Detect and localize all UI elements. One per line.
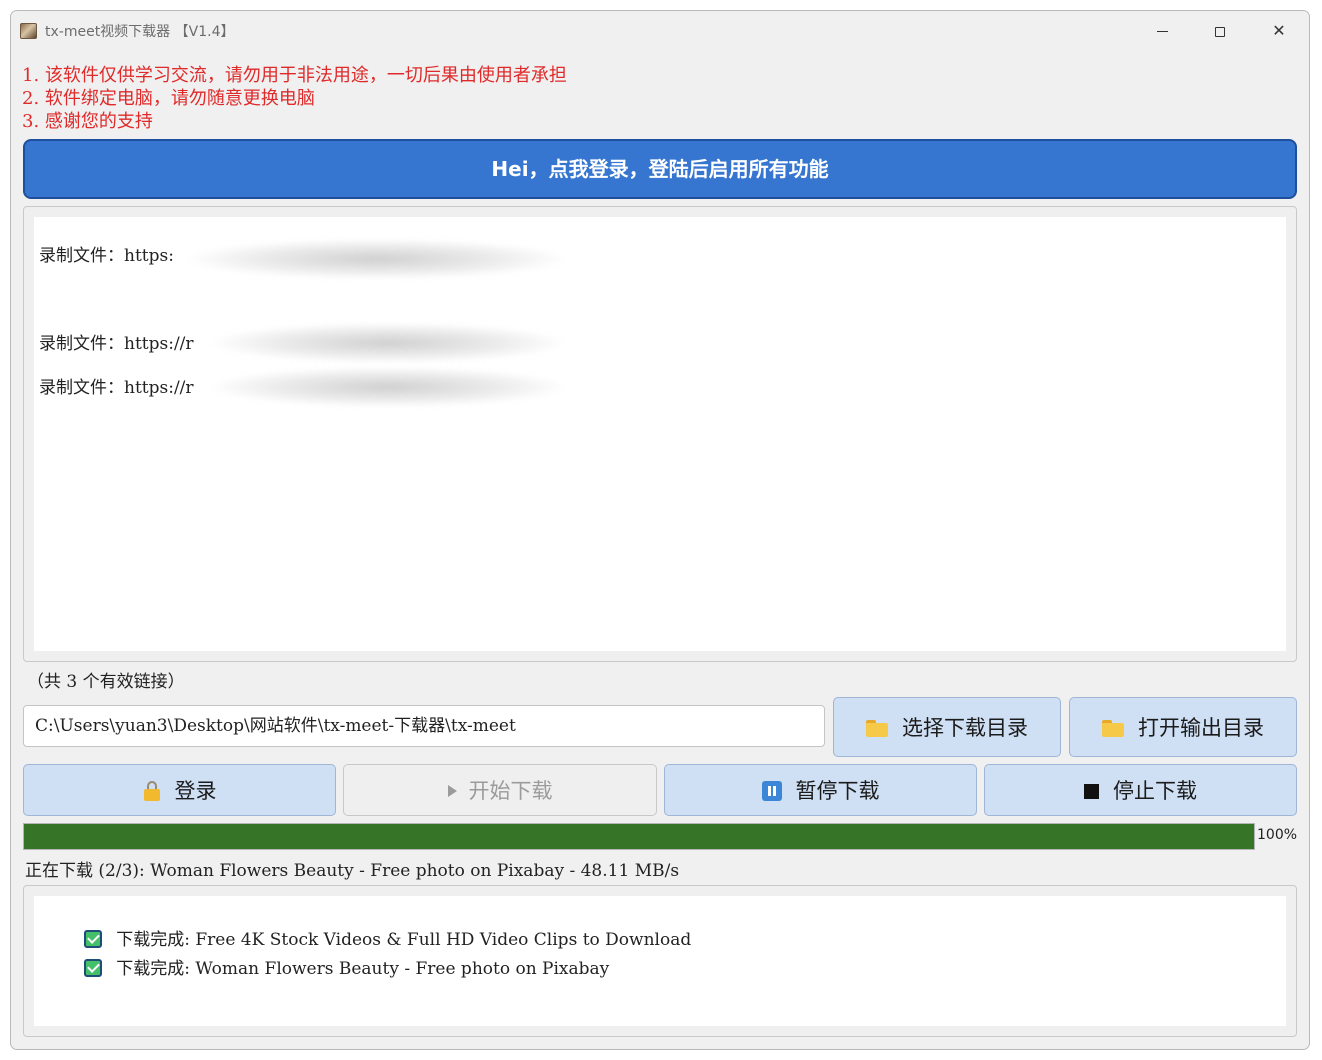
choose-download-dir-button[interactable]: 选择下载目录 xyxy=(833,697,1061,757)
close-icon: ✕ xyxy=(1272,21,1286,40)
folder-icon xyxy=(866,719,888,737)
login-label: 登录 xyxy=(174,779,217,803)
log-line-1: 录制文件：https: xyxy=(39,246,174,266)
open-output-dir-label: 打开输出目录 xyxy=(1138,716,1264,740)
notice-line-3: 3. 感谢您的支持 xyxy=(22,111,153,132)
progress-percent: 100% xyxy=(1257,827,1298,843)
start-download-button[interactable]: 开始下载 xyxy=(343,764,657,816)
start-download-label: 开始下载 xyxy=(468,779,553,803)
play-icon xyxy=(447,785,457,797)
choose-download-dir-label: 选择下载目录 xyxy=(902,716,1028,740)
completed-panel: 下载完成: Free 4K Stock Videos & Full HD Vid… xyxy=(23,885,1297,1037)
maximize-icon xyxy=(1215,26,1225,37)
download-progress-bar xyxy=(23,823,1255,850)
login-banner-button[interactable]: Hei，点我登录，登陆后启用所有功能 xyxy=(23,139,1297,199)
login-button[interactable]: 登录 xyxy=(23,764,336,816)
redaction-blur xyxy=(189,239,564,279)
pause-download-button[interactable]: 暂停下载 xyxy=(664,764,977,816)
redaction-blur xyxy=(212,367,564,407)
maximize-button[interactable] xyxy=(1197,17,1243,45)
check-icon xyxy=(84,958,103,977)
download-path-input[interactable]: C:\Users\yuan3\Desktop\网站软件\tx-meet-下载器\… xyxy=(23,705,825,747)
open-output-dir-button[interactable]: 打开输出目录 xyxy=(1069,697,1297,757)
title-bar[interactable]: tx-meet视频下载器 【V1.4】 ✕ xyxy=(11,11,1309,51)
stop-icon xyxy=(1084,783,1099,799)
pause-icon xyxy=(761,781,782,801)
folder-icon xyxy=(1102,719,1124,737)
download-status: 正在下载 (2/3): Woman Flowers Beauty - Free … xyxy=(25,861,680,881)
pause-download-label: 暂停下载 xyxy=(795,779,880,803)
completed-list[interactable]: 下载完成: Free 4K Stock Videos & Full HD Vid… xyxy=(34,896,1286,1026)
log-panel: 录制文件：https: 录制文件：https://r 录制文件：https://… xyxy=(23,206,1297,662)
app-icon xyxy=(20,23,37,39)
close-button[interactable]: ✕ xyxy=(1256,17,1302,45)
minimize-icon xyxy=(1156,31,1168,32)
window-title: tx-meet视频下载器 【V1.4】 xyxy=(45,24,235,40)
progress-fill xyxy=(24,824,1254,849)
completed-item-text: 下载完成: Woman Flowers Beauty - Free photo … xyxy=(116,959,610,979)
app-window: tx-meet视频下载器 【V1.4】 ✕ 1. 该软件仅供学习交流，请勿用于非… xyxy=(10,10,1310,1050)
log-textarea[interactable]: 录制文件：https: 录制文件：https://r 录制文件：https://… xyxy=(34,217,1286,651)
list-item: 下载完成: Woman Flowers Beauty - Free photo … xyxy=(41,934,609,999)
minimize-button[interactable] xyxy=(1139,17,1185,45)
log-line-3: 录制文件：https://r xyxy=(39,378,194,398)
stop-download-label: 停止下载 xyxy=(1113,779,1197,803)
valid-link-count: （共 3 个有效链接） xyxy=(27,672,185,692)
stop-download-button[interactable]: 停止下载 xyxy=(984,764,1297,816)
log-line-2: 录制文件：https://r xyxy=(39,334,194,354)
redaction-blur xyxy=(212,323,564,363)
lock-icon xyxy=(143,781,161,801)
